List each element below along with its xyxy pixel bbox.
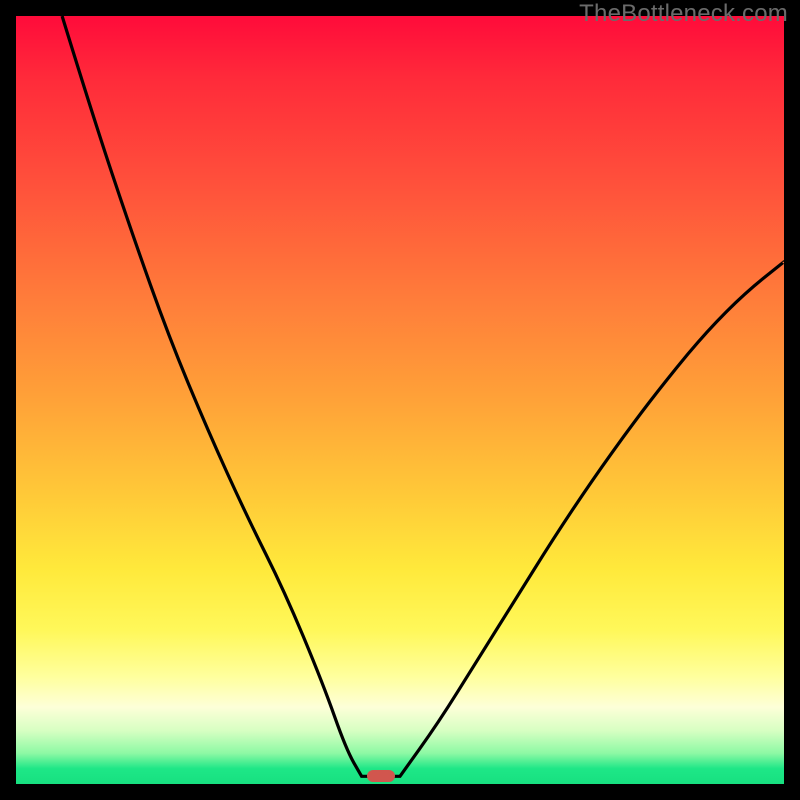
bottleneck-curve [16, 16, 784, 784]
watermark-text: TheBottleneck.com [579, 0, 788, 28]
minimum-marker [367, 770, 395, 782]
chart-frame: TheBottleneck.com [0, 0, 800, 800]
curve-path [62, 16, 784, 776]
